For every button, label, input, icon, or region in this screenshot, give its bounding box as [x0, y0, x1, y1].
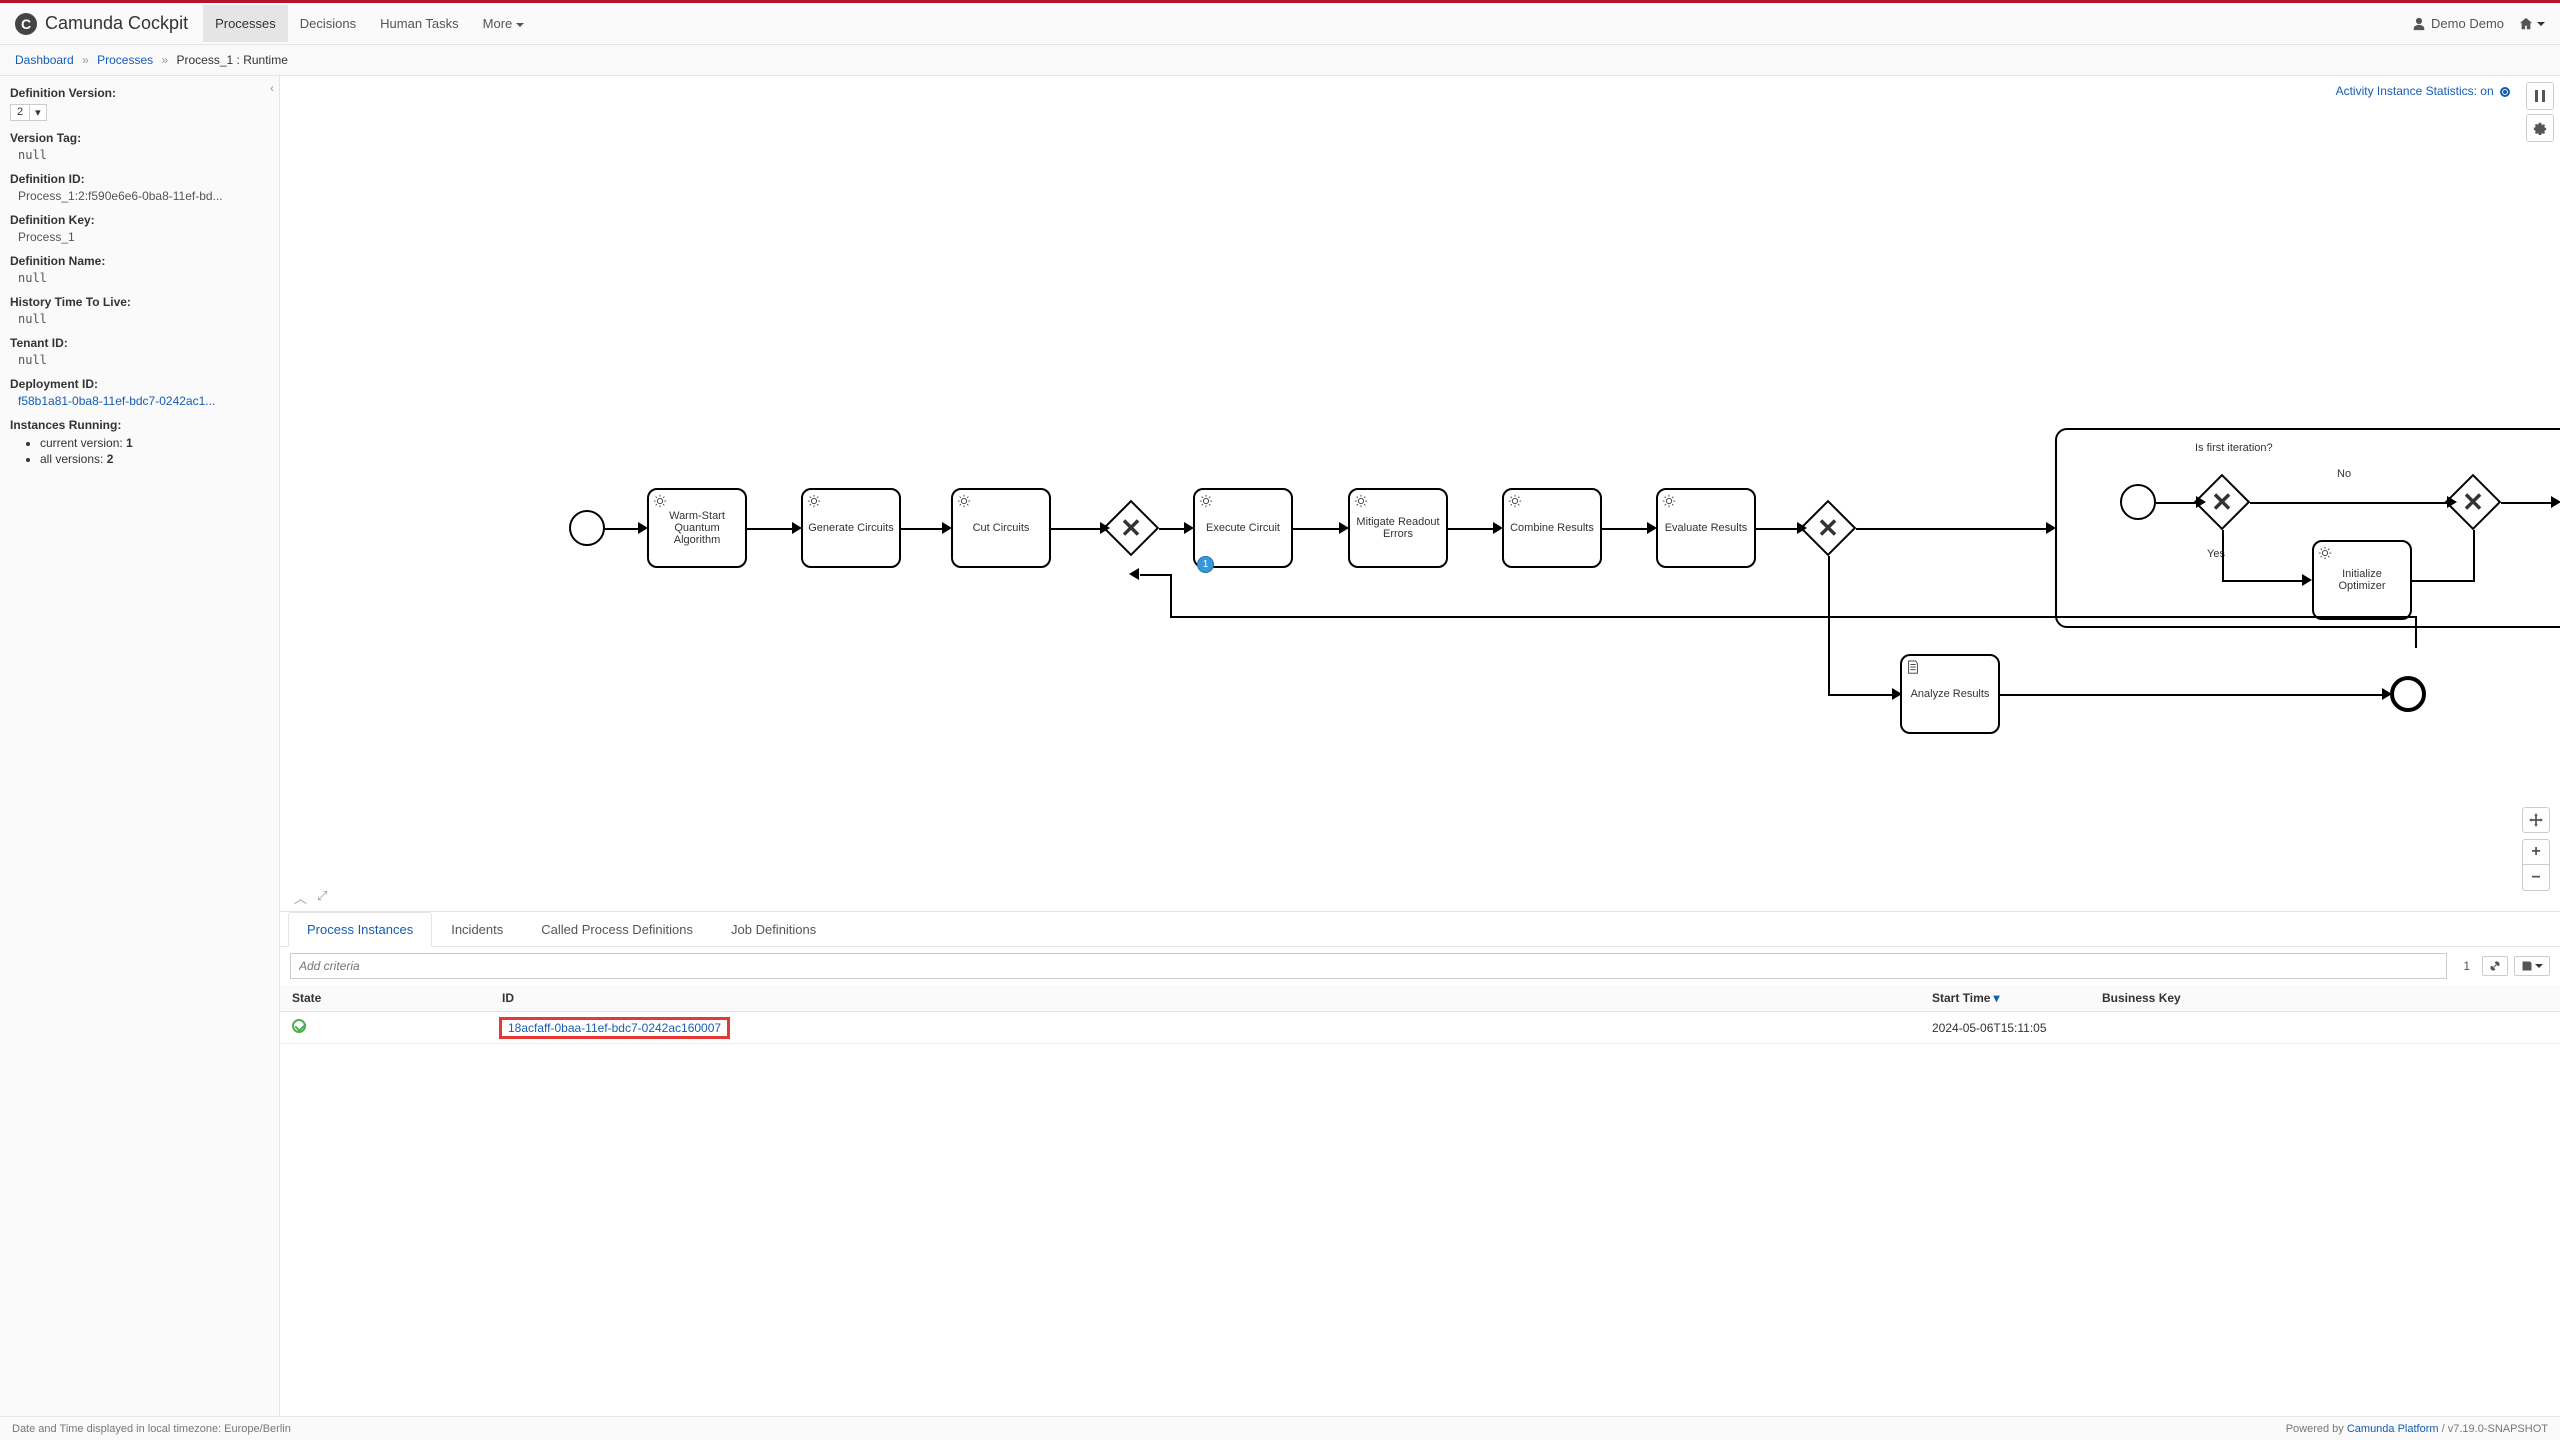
- sidebar-collapse-icon[interactable]: ‹: [270, 81, 274, 95]
- chevron-down-icon: [516, 23, 524, 27]
- breadcrumb: Dashboard » Processes » Process_1 : Runt…: [0, 45, 2560, 76]
- breadcrumb-processes[interactable]: Processes: [97, 53, 153, 67]
- gateway-1[interactable]: ✕: [1103, 500, 1160, 557]
- script-icon: [1906, 660, 1920, 674]
- col-id[interactable]: ID: [490, 985, 1920, 1012]
- sidebar: ‹ Definition Version: 2 ▾ Version Tag: nu…: [0, 76, 280, 1421]
- gear-icon: [1199, 494, 1213, 508]
- deploy-id-link[interactable]: f58b1a81-0ba8-11ef-bdc7-0242ac1...: [18, 394, 215, 408]
- task-evaluate-results[interactable]: Evaluate Results: [1656, 488, 1756, 568]
- instances-current: current version: 1: [40, 436, 269, 450]
- instance-business-key: [2090, 1012, 2560, 1044]
- nav-human-tasks[interactable]: Human Tasks: [368, 5, 471, 42]
- user-icon: [2412, 17, 2426, 31]
- gear-icon: [957, 494, 971, 508]
- task-cut-circuits[interactable]: Cut Circuits: [951, 488, 1051, 568]
- deploy-id-label: Deployment ID:: [10, 377, 269, 391]
- cond-question: Is first iteration?: [2195, 442, 2273, 454]
- end-event-2[interactable]: [2390, 676, 2426, 712]
- brand-text: Camunda Cockpit: [45, 13, 188, 34]
- diagram-canvas[interactable]: Activity Instance Statistics: on + − War…: [280, 76, 2560, 911]
- chevron-down-icon: [2537, 22, 2545, 26]
- def-name-label: Definition Name:: [10, 254, 269, 268]
- task-mitigate-errors[interactable]: Mitigate Readout Errors: [1348, 488, 1448, 568]
- save-icon: [2521, 960, 2533, 972]
- bottom-panel: Process Instances Incidents Called Proce…: [280, 911, 2560, 1421]
- footer-timezone: Date and Time displayed in local timezon…: [12, 1423, 291, 1435]
- tenant-label: Tenant ID:: [10, 336, 269, 350]
- task-combine-results[interactable]: Combine Results: [1502, 488, 1602, 568]
- version-tag-label: Version Tag:: [10, 131, 269, 145]
- navbar: C Camunda Cockpit Processes Decisions Hu…: [0, 3, 2560, 45]
- instances-all: all versions: 2: [40, 452, 269, 466]
- gear-icon: [2318, 546, 2332, 560]
- link-icon: [2489, 960, 2501, 972]
- panel-expand-icon[interactable]: ︿: [294, 888, 307, 907]
- instance-start-time: 2024-05-06T15:11:05: [1920, 1012, 2090, 1044]
- def-id-label: Definition ID:: [10, 172, 269, 186]
- criteria-input[interactable]: [290, 953, 2447, 979]
- nav-processes[interactable]: Processes: [203, 5, 288, 42]
- brand-logo-icon: C: [15, 13, 37, 35]
- version-tag-value: null: [10, 148, 269, 162]
- tab-incidents[interactable]: Incidents: [432, 912, 522, 947]
- instances-label: Instances Running:: [10, 418, 269, 432]
- task-init-optimizer[interactable]: Initialize Optimizer: [2312, 540, 2412, 620]
- def-id-value: Process_1:2:f590e6e6-0ba8-11ef-bd...: [10, 189, 269, 203]
- gear-icon: [653, 494, 667, 508]
- def-key-value: Process_1: [10, 230, 269, 244]
- nav-more[interactable]: More: [471, 5, 537, 42]
- nav-decisions[interactable]: Decisions: [288, 5, 368, 42]
- table-row: 18acfaff-0baa-11ef-bdc7-0242ac160007 202…: [280, 1012, 2560, 1044]
- home-button[interactable]: [2519, 17, 2545, 31]
- instances-table: State ID Start Time▾ Business Key 18acfa…: [280, 985, 2560, 1044]
- token-badge: 1: [1197, 556, 1214, 573]
- col-state[interactable]: State: [280, 985, 490, 1012]
- col-start-time[interactable]: Start Time▾: [1920, 985, 2090, 1012]
- copy-link-button[interactable]: [2482, 956, 2508, 976]
- task-generate-circuits[interactable]: Generate Circuits: [801, 488, 901, 568]
- chevron-down-icon: ▾: [30, 104, 47, 121]
- gear-icon: [1662, 494, 1676, 508]
- tenant-value: null: [10, 353, 269, 367]
- brand[interactable]: C Camunda Cockpit: [15, 13, 188, 35]
- subprocess[interactable]: ✕ Is first iteration? Yes No Initialize …: [2055, 428, 2560, 628]
- def-key-label: Definition Key:: [10, 213, 269, 227]
- task-analyze-results[interactable]: Analyze Results: [1900, 654, 2000, 734]
- sort-desc-icon: ▾: [1993, 991, 1999, 1005]
- gateway-2[interactable]: ✕: [1800, 500, 1857, 557]
- version-select[interactable]: 2 ▾: [10, 104, 47, 121]
- tab-job-definitions[interactable]: Job Definitions: [712, 912, 835, 947]
- def-name-value: null: [10, 271, 269, 285]
- col-business-key[interactable]: Business Key: [2090, 985, 2560, 1012]
- tab-process-instances[interactable]: Process Instances: [288, 912, 432, 947]
- deploy-id-value: f58b1a81-0ba8-11ef-bdc7-0242ac1...: [10, 394, 269, 408]
- breadcrumb-dashboard[interactable]: Dashboard: [15, 53, 74, 67]
- panel-maximize-icon[interactable]: ⤢: [317, 888, 327, 907]
- gear-icon: [1508, 494, 1522, 508]
- gear-icon: [807, 494, 821, 508]
- home-icon: [2519, 17, 2533, 31]
- footer-powered-by: Powered by Camunda Platform / v7.19.0-SN…: [2286, 1423, 2548, 1435]
- user-menu[interactable]: Demo Demo: [2412, 16, 2504, 31]
- instance-id-link[interactable]: 18acfaff-0baa-11ef-bdc7-0242ac160007: [502, 1020, 727, 1036]
- sp-start-event[interactable]: [2120, 484, 2156, 520]
- footer: Date and Time displayed in local timezon…: [0, 1416, 2560, 1440]
- user-name: Demo Demo: [2431, 16, 2504, 31]
- httl-label: History Time To Live:: [10, 295, 269, 309]
- breadcrumb-current: Process_1 : Runtime: [177, 53, 288, 67]
- httl-value: null: [10, 312, 269, 326]
- footer-platform-link[interactable]: Camunda Platform: [2347, 1423, 2439, 1435]
- gear-icon: [1354, 494, 1368, 508]
- task-warm-start[interactable]: Warm-Start Quantum Algorithm: [647, 488, 747, 568]
- save-query-button[interactable]: [2514, 956, 2550, 976]
- start-event[interactable]: [569, 510, 605, 546]
- cond-no: No: [2337, 468, 2351, 480]
- state-ok-icon: [292, 1019, 306, 1033]
- instance-count: 1: [2457, 955, 2476, 977]
- def-version-label: Definition Version:: [10, 86, 269, 100]
- tab-called-process-definitions[interactable]: Called Process Definitions: [522, 912, 712, 947]
